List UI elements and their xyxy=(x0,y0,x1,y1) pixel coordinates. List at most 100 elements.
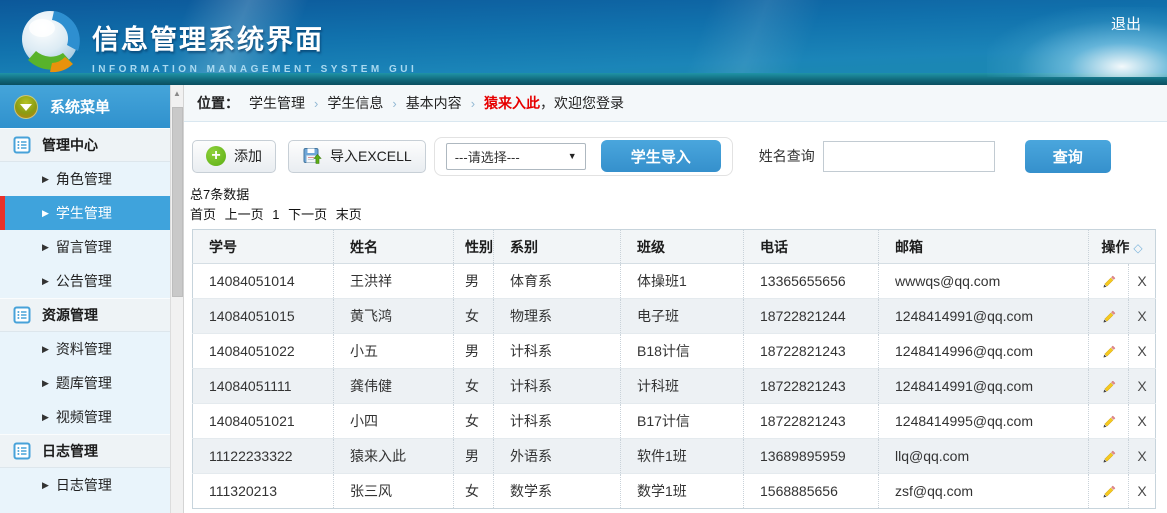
students-table: 学号 姓名 性别 系别 班级 电话 邮箱 操作 ◇ 14084051014 王洪祥… xyxy=(192,229,1157,509)
sidebar-item-roles[interactable]: ▶ 角色管理 xyxy=(0,162,170,196)
import-excel-label: 导入EXCELL xyxy=(330,148,412,164)
import-excel-button[interactable]: 导入EXCELL xyxy=(288,139,426,173)
header-banner: 信息管理系统界面 INFORMATION MANAGEMENT SYSTEM G… xyxy=(0,0,1167,85)
app-window: 信息管理系统界面 INFORMATION MANAGEMENT SYSTEM G… xyxy=(0,0,1167,513)
delete-button[interactable]: X xyxy=(1137,448,1146,464)
sidebar-item-label: 题库管理 xyxy=(55,375,112,391)
sidebar-section-resources[interactable]: 资源管理 xyxy=(0,298,170,332)
caret-right-icon: ▶ xyxy=(42,173,49,184)
page-last[interactable]: 末页 xyxy=(336,207,362,222)
record-count: 总7条数据 xyxy=(190,187,250,202)
caret-right-icon: ▶ xyxy=(42,207,49,218)
cell-department: 计科系 xyxy=(493,403,621,439)
sidebar-item-videos[interactable]: ▶ 视频管理 xyxy=(0,400,170,434)
add-button-label: 添加 xyxy=(234,148,262,164)
edit-pencil-icon[interactable] xyxy=(1101,449,1117,465)
name-query-input[interactable] xyxy=(822,140,995,172)
scrollbar-thumb[interactable] xyxy=(172,107,183,297)
cell-gender: 女 xyxy=(453,403,494,439)
delete-button[interactable]: X xyxy=(1137,343,1146,359)
edit-pencil-icon[interactable] xyxy=(1101,274,1117,290)
edit-pencil-icon[interactable] xyxy=(1101,484,1117,500)
edit-pencil-icon[interactable] xyxy=(1101,309,1117,325)
cell-class: 体操班1 xyxy=(620,263,744,299)
sidebar: 系统菜单 管理中心 ▶ 角色管理 ▶ 学生管理 ▶ 留言管理 ▶ 公告管理 资源… xyxy=(0,85,170,513)
sidebar-item-students[interactable]: ▶ 学生管理 xyxy=(0,196,170,230)
sidebar-item-messages[interactable]: ▶ 留言管理 xyxy=(0,230,170,264)
table-row: 14084051021 小四 女 计科系 B17计信 18722821243 1… xyxy=(192,403,1156,439)
table-row: 111320213 张三风 女 数学系 数学1班 1568885656 zsf@… xyxy=(192,473,1156,509)
page-number[interactable]: 1 xyxy=(272,207,279,222)
cell-department: 外语系 xyxy=(493,438,621,474)
page-prev[interactable]: 上一页 xyxy=(225,207,264,222)
logout-button[interactable]: 退出 xyxy=(1111,13,1141,34)
col-gender: 性别 xyxy=(453,229,494,264)
sidebar-item-label: 视频管理 xyxy=(55,409,112,425)
breadcrumb-item-students[interactable]: 学生管理 xyxy=(249,93,305,113)
breadcrumb-label: 位置： xyxy=(197,95,239,111)
name-query-label: 姓名查询 xyxy=(758,148,815,164)
table-row: 14084051015 黄飞鸿 女 物理系 电子班 18722821244 12… xyxy=(192,298,1156,334)
cell-name: 小四 xyxy=(333,403,454,439)
cell-email: 1248414991@qq.com xyxy=(878,298,1089,334)
table-header-row: 学号 姓名 性别 系别 班级 电话 邮箱 操作 ◇ xyxy=(192,229,1156,264)
breadcrumb-separator-icon: › xyxy=(314,95,319,111)
breadcrumb-separator-icon: › xyxy=(470,95,476,111)
sidebar-section-management-center[interactable]: 管理中心 xyxy=(0,128,170,162)
cell-gender: 男 xyxy=(453,263,494,299)
cell-email: llq@qq.com xyxy=(878,438,1089,474)
sidebar-item-label: 公告管理 xyxy=(55,273,112,289)
scroll-up-arrow-icon[interactable]: ▲ xyxy=(171,85,183,101)
cell-department: 体育系 xyxy=(493,263,621,299)
edit-pencil-icon[interactable] xyxy=(1101,414,1117,430)
cell-name: 小五 xyxy=(333,333,454,369)
table-row: 14084051022 小五 男 计科系 B18计信 18722821243 1… xyxy=(192,333,1156,369)
col-operations[interactable]: 操作 ◇ xyxy=(1087,229,1156,264)
cell-name: 张三风 xyxy=(333,473,454,509)
sidebar-item-label: 日志管理 xyxy=(55,477,112,493)
col-email: 邮箱 xyxy=(878,229,1089,264)
cell-class: 软件1班 xyxy=(620,438,744,474)
cell-student-id: 14084051022 xyxy=(192,333,334,369)
sidebar-section-logs[interactable]: 日志管理 xyxy=(0,434,170,468)
cell-student-id: 14084051015 xyxy=(192,298,334,334)
sidebar-item-label: 学生管理 xyxy=(55,205,112,221)
delete-button[interactable]: X xyxy=(1137,273,1146,289)
breadcrumb-item-student-info[interactable]: 学生信息 xyxy=(327,93,383,113)
cell-gender: 男 xyxy=(453,333,494,369)
col-class: 班级 xyxy=(620,229,744,264)
student-import-button[interactable]: 学生导入 xyxy=(600,140,721,172)
caret-right-icon: ▶ xyxy=(42,377,49,388)
delete-button[interactable]: X xyxy=(1137,308,1146,324)
class-select[interactable]: ---请选择--- ▼ xyxy=(445,142,586,170)
sidebar-item-materials[interactable]: ▶ 资料管理 xyxy=(0,332,170,366)
delete-button[interactable]: X xyxy=(1137,378,1146,394)
search-button[interactable]: 查询 xyxy=(1024,139,1111,173)
edit-pencil-icon[interactable] xyxy=(1101,344,1117,360)
sidebar-menu-header[interactable]: 系统菜单 xyxy=(0,85,170,128)
col-name: 姓名 xyxy=(333,229,454,264)
list-icon xyxy=(13,136,31,154)
delete-button[interactable]: X xyxy=(1137,483,1146,499)
cell-name: 猿来入此 xyxy=(333,438,454,474)
sidebar-item-question-bank[interactable]: ▶ 题库管理 xyxy=(0,366,170,400)
sidebar-item-announcements[interactable]: ▶ 公告管理 xyxy=(0,264,170,298)
page-next[interactable]: 下一页 xyxy=(288,207,327,222)
cell-email: 1248414996@qq.com xyxy=(878,333,1089,369)
add-button[interactable]: + 添加 xyxy=(192,139,276,173)
caret-right-icon: ▶ xyxy=(42,275,49,286)
sidebar-item-label: 角色管理 xyxy=(55,171,112,187)
cell-class: 数学1班 xyxy=(620,473,744,509)
breadcrumb-item-basic-content[interactable]: 基本内容 xyxy=(406,93,462,113)
sidebar-scrollbar[interactable]: ▲ xyxy=(170,85,184,513)
sidebar-section-label: 日志管理 xyxy=(42,443,98,459)
delete-button[interactable]: X xyxy=(1137,413,1146,429)
page-first[interactable]: 首页 xyxy=(190,207,216,222)
sidebar-item-logs[interactable]: ▶ 日志管理 xyxy=(0,468,170,502)
main-content: 位置： 学生管理 › 学生信息 › 基本内容 › 猿来入此 ，欢迎您登录 + 添… xyxy=(184,85,1167,513)
sidebar-menu-title: 系统菜单 xyxy=(50,99,111,116)
sidebar-item-label: 留言管理 xyxy=(55,239,112,255)
edit-pencil-icon[interactable] xyxy=(1101,379,1117,395)
cell-gender: 男 xyxy=(453,438,494,474)
sidebar-section-label: 管理中心 xyxy=(42,137,98,153)
